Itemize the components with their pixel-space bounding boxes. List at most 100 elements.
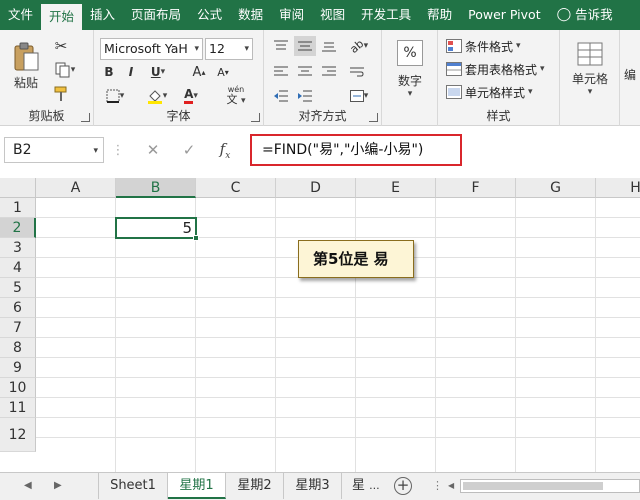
tab-review[interactable]: 审阅 [271, 0, 312, 30]
copy-button[interactable]: ▾ [50, 60, 80, 80]
row-header-4[interactable]: 4 [0, 258, 36, 278]
hscroll-left-icon[interactable]: ◀ [448, 481, 454, 490]
increase-indent-button[interactable] [294, 86, 316, 106]
insert-function-button[interactable]: fx [212, 137, 238, 163]
formula-input[interactable]: =FIND("易","小编-小易") [250, 134, 462, 166]
bold-button[interactable]: B [100, 62, 118, 82]
sheet-tab-week3[interactable]: 星期3 [284, 473, 342, 499]
sheet-tab-week1[interactable]: 星期1 [168, 473, 226, 499]
align-middle-button[interactable] [294, 36, 316, 56]
horizontal-scrollbar[interactable] [460, 479, 640, 493]
borders-icon [106, 89, 120, 103]
shrink-font-button[interactable]: A ▾ [212, 62, 234, 82]
tab-page-layout[interactable]: 页面布局 [123, 0, 189, 30]
format-painter-button[interactable] [50, 84, 72, 104]
merge-center-button[interactable]: ▾ [344, 86, 374, 106]
cells-icon [577, 42, 603, 65]
grow-font-button[interactable]: A ▴ [188, 62, 210, 82]
row-header-3[interactable]: 3 [0, 238, 36, 258]
tell-me[interactable]: ◯ 告诉我 [549, 0, 621, 30]
format-as-table-button[interactable]: 套用表格格式 ▾ [446, 59, 545, 79]
fill-color-button[interactable]: ▾ [142, 86, 172, 106]
column-header-a[interactable]: A [36, 178, 116, 198]
alignment-launcher-icon[interactable] [369, 113, 378, 122]
tab-help[interactable]: 帮助 [419, 0, 460, 30]
row-header-1[interactable]: 1 [0, 198, 36, 218]
borders-button[interactable]: ▾ [100, 86, 130, 106]
chevron-down-icon: ▾ [93, 146, 98, 156]
align-right-button[interactable] [318, 62, 340, 82]
align-top-button[interactable] [270, 36, 292, 56]
name-box[interactable]: B2 ▾ [4, 137, 104, 163]
editing-button[interactable]: 编 [624, 64, 640, 84]
column-header-b[interactable]: B [116, 178, 196, 198]
align-center-button[interactable] [294, 62, 316, 82]
column-header-f[interactable]: F [436, 178, 516, 198]
cell-styles-button[interactable]: 单元格样式 ▾ [446, 82, 533, 102]
row-header-9[interactable]: 9 [0, 358, 36, 378]
column-header-h[interactable]: H [596, 178, 640, 198]
align-bottom-button[interactable] [318, 36, 340, 56]
tab-home[interactable]: 开始 [41, 4, 83, 30]
row-header-7[interactable]: 7 [0, 318, 36, 338]
column-header-g[interactable]: G [516, 178, 596, 198]
number-format-button[interactable]: % 数字 ▾ [386, 36, 434, 102]
confirm-entry-button[interactable]: ✓ [176, 137, 202, 163]
row-header-11[interactable]: 11 [0, 398, 36, 418]
font-launcher-icon[interactable] [251, 113, 260, 122]
font-color-button[interactable]: A ▾ [176, 86, 206, 106]
conditional-formatting-button[interactable]: 条件格式 ▾ [446, 36, 521, 56]
underline-button[interactable]: U ▾ [144, 62, 172, 82]
scroll-left-icon[interactable]: ◀ [24, 480, 32, 491]
font-group-label: 字体 [166, 109, 191, 123]
align-center-icon [298, 66, 312, 76]
scroll-right-icon[interactable]: ▶ [54, 480, 62, 491]
add-sheet-button[interactable]: + [394, 477, 412, 495]
chevron-down-icon: ▾ [70, 65, 76, 75]
paste-button[interactable]: 粘贴 [6, 36, 46, 96]
align-left-button[interactable] [270, 62, 292, 82]
tell-me-label: 告诉我 [575, 7, 613, 22]
column-header-c[interactable]: C [196, 178, 276, 198]
clipboard-launcher-icon[interactable] [81, 113, 90, 122]
alignment-group-label: 对齐方式 [298, 109, 347, 123]
gridline [36, 377, 640, 378]
tab-developer[interactable]: 开发工具 [353, 0, 419, 30]
row-header-6[interactable]: 6 [0, 298, 36, 318]
clipboard-group-label: 剪贴板 [28, 109, 65, 123]
fill-handle[interactable] [193, 235, 199, 241]
row-header-12[interactable]: 12 [0, 418, 36, 452]
grow-font-label: A [192, 64, 202, 80]
chevron-down-icon: ▾ [162, 91, 168, 101]
cancel-entry-button[interactable]: ✕ [140, 137, 166, 163]
sheet-tab-week2[interactable]: 星期2 [226, 473, 284, 499]
tab-view[interactable]: 视图 [312, 0, 353, 30]
row-header-8[interactable]: 8 [0, 338, 36, 358]
phonetic-guide-button[interactable]: wén 文 ▾ [218, 82, 254, 108]
tab-file[interactable]: 文件 [0, 0, 41, 30]
italic-button[interactable]: I [122, 62, 140, 82]
tab-formulas[interactable]: 公式 [189, 0, 230, 30]
decrease-indent-button[interactable] [270, 86, 292, 106]
column-header-d[interactable]: D [276, 178, 356, 198]
horizontal-scroll-thumb[interactable] [463, 482, 603, 490]
tab-insert[interactable]: 插入 [82, 0, 123, 30]
font-name-select[interactable]: Microsoft YaH ▾ [100, 38, 203, 60]
wrap-text-button[interactable] [346, 62, 368, 82]
font-size-select[interactable]: 12 ▾ [205, 38, 253, 60]
cut-button[interactable]: ✂ [50, 36, 72, 56]
sheet-tab-sheet1[interactable]: Sheet1 [98, 473, 168, 499]
row-header-10[interactable]: 10 [0, 378, 36, 398]
row-header-2[interactable]: 2 [0, 218, 36, 238]
select-all-corner[interactable] [0, 178, 36, 198]
orientation-button[interactable]: ab ▾ [344, 36, 374, 56]
spreadsheet-grid[interactable]: A B C D E F G H 1 2 3 4 5 6 7 8 9 10 11 … [0, 178, 640, 472]
sheet-tab-more[interactable]: 星 ... [342, 473, 386, 499]
tab-splitter-icon[interactable]: ⋮ [432, 479, 443, 492]
tab-data[interactable]: 数据 [230, 0, 271, 30]
cells-button[interactable]: 单元格 ▾ [564, 36, 616, 102]
chevron-down-icon: ▾ [194, 44, 199, 54]
column-header-e[interactable]: E [356, 178, 436, 198]
row-header-5[interactable]: 5 [0, 278, 36, 298]
tab-power-pivot[interactable]: Power Pivot [460, 0, 548, 30]
